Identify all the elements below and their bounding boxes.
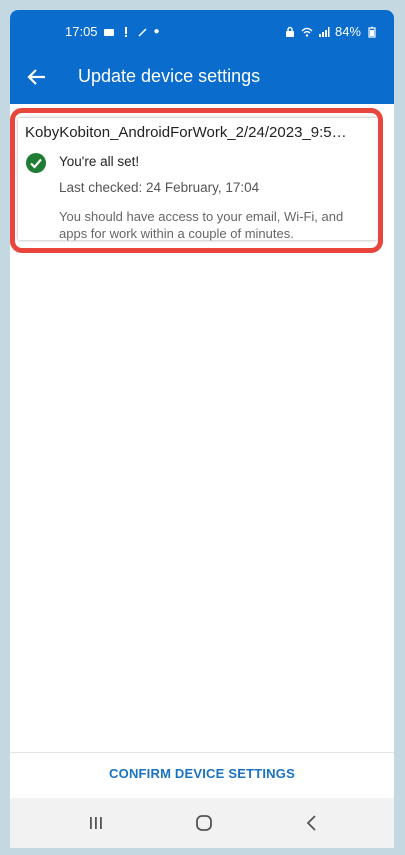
status-bar: 17:05 ● 84% bbox=[10, 10, 394, 50]
status-time: 17:05 bbox=[65, 24, 98, 39]
wifi-icon bbox=[301, 27, 313, 37]
app-bar: Update device settings bbox=[10, 50, 394, 104]
back-arrow-icon[interactable] bbox=[24, 64, 50, 90]
signal-icon bbox=[318, 26, 330, 37]
status-left: 17:05 ● bbox=[65, 24, 160, 39]
battery-percent: 84% bbox=[334, 24, 361, 39]
lock-icon bbox=[285, 26, 294, 37]
alert-icon bbox=[124, 26, 127, 37]
confirm-device-settings-button[interactable]: CONFIRM DEVICE SETTINGS bbox=[10, 766, 394, 781]
page-title: Update device settings bbox=[78, 66, 261, 86]
highlight-box bbox=[10, 108, 383, 253]
recent-apps-icon[interactable] bbox=[84, 811, 108, 835]
dot-icon: ● bbox=[153, 26, 160, 37]
home-icon[interactable] bbox=[192, 811, 216, 835]
battery-icon bbox=[368, 26, 376, 38]
wand-icon bbox=[138, 27, 147, 37]
divider bbox=[10, 752, 394, 753]
notification-icon bbox=[103, 28, 114, 36]
status-right: 84% bbox=[284, 24, 378, 39]
nav-back-icon[interactable] bbox=[300, 811, 324, 835]
phone-screen: 17:05 ● 84% Update device settings KobyK… bbox=[10, 10, 394, 848]
system-nav-bar bbox=[10, 798, 394, 848]
